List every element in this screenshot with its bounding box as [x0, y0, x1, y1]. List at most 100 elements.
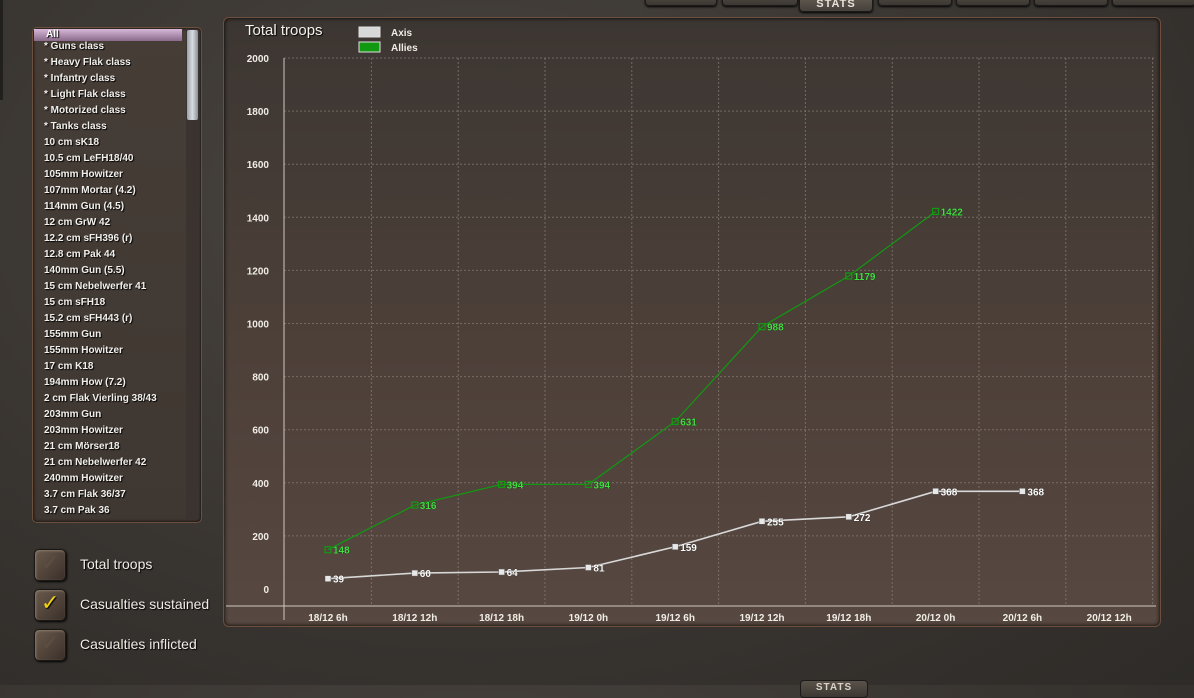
- top-tab-label: STATS: [816, 0, 856, 10]
- list-item[interactable]: 15 cm sFH18: [33, 297, 183, 313]
- data-label: 159: [680, 543, 697, 554]
- x-tick-label: 20/12 0h: [916, 613, 955, 624]
- data-label: 394: [507, 480, 524, 491]
- checkmark-icon: ✓: [41, 591, 60, 616]
- data-label: 1179: [854, 272, 876, 283]
- top-tab-3[interactable]: [878, 0, 952, 6]
- legend-label: Allies: [391, 43, 418, 54]
- data-label: 631: [680, 417, 697, 428]
- x-tick-label: 18/12 18h: [479, 613, 524, 624]
- y-tick-label: 1000: [247, 320, 270, 331]
- list-scroll-thumb[interactable]: [187, 30, 198, 120]
- list-item[interactable]: 3.7 cm Pak 36: [33, 505, 183, 521]
- list-item[interactable]: 114mm Gun (4.5): [33, 201, 183, 217]
- x-tick-label: 19/12 6h: [655, 613, 694, 624]
- list-item[interactable]: 3.7 cm Flak 36/37: [33, 489, 183, 505]
- list-item[interactable]: 203mm Gun: [33, 409, 183, 425]
- bottom-tab-label: STATS: [815, 682, 853, 693]
- list-item[interactable]: 15.2 cm sFH443 (r): [33, 313, 183, 329]
- list-item[interactable]: 12 cm GrW 42: [33, 217, 183, 233]
- bottom-tab-stats[interactable]: STATS: [800, 680, 868, 698]
- list-item[interactable]: 21 cm Mörser18: [33, 441, 183, 457]
- y-tick-label: 2000: [247, 54, 270, 65]
- x-tick-label: 20/12 6h: [1003, 613, 1042, 624]
- list-item[interactable]: 21 cm Nebelwerfer 42: [33, 457, 183, 473]
- data-point: [758, 518, 766, 525]
- checkbox[interactable]: ✓: [34, 589, 66, 621]
- list-item[interactable]: 12.8 cm Pak 44: [33, 249, 183, 265]
- data-point: [671, 543, 679, 551]
- top-tab-1[interactable]: [722, 0, 798, 6]
- data-label: 988: [767, 323, 784, 334]
- y-tick-label: 0: [263, 585, 269, 596]
- list-item[interactable]: 2 cm Flak Vierling 38/43: [33, 393, 183, 409]
- list-item[interactable]: 140mm Gun (5.5): [33, 265, 183, 281]
- data-label: 255: [767, 517, 784, 528]
- data-label: 148: [333, 546, 350, 557]
- top-tab-6[interactable]: [1112, 0, 1194, 6]
- list-item[interactable]: * Guns class: [33, 41, 183, 57]
- unit-class-list[interactable]: All * Guns class * Heavy Flak class * Infan…: [32, 27, 202, 523]
- list-scrollbar[interactable]: [186, 29, 199, 519]
- list-item[interactable]: 12.2 cm sFH396 (r): [33, 233, 183, 249]
- x-tick-label: 20/12 12h: [1087, 613, 1132, 624]
- toggle-label: Casualties sustained: [80, 596, 210, 612]
- list-item[interactable]: * Motorized class: [33, 105, 183, 121]
- top-tab-2[interactable]: STATS: [799, 0, 873, 12]
- data-label: 394: [593, 480, 610, 491]
- data-label: 272: [854, 513, 871, 524]
- data-label: 368: [941, 487, 958, 498]
- list-item[interactable]: 240mm Howitzer: [33, 473, 183, 489]
- list-item[interactable]: 10.5 cm LeFH18/40: [33, 153, 183, 169]
- left-edge-strip: [0, 0, 3, 100]
- x-tick-label: 18/12 6h: [308, 613, 347, 624]
- y-tick-label: 400: [252, 479, 269, 490]
- y-tick-label: 1200: [247, 266, 270, 277]
- checkbox[interactable]: ✓: [34, 629, 66, 661]
- list-item[interactable]: 105mm Howitzer: [33, 169, 183, 185]
- y-tick-label: 1600: [247, 160, 270, 171]
- list-item[interactable]: 203mm Howitzer: [33, 425, 183, 441]
- list-item[interactable]: 155mm Howitzer: [33, 345, 183, 361]
- list-item[interactable]: 107mm Mortar (4.2): [33, 185, 183, 201]
- list-item[interactable]: * Heavy Flak class: [33, 57, 183, 73]
- list-item[interactable]: * Tanks class: [33, 121, 183, 137]
- checkbox[interactable]: ✓: [34, 549, 66, 581]
- data-label: 39: [333, 575, 345, 586]
- x-tick-label: 19/12 18h: [826, 613, 871, 624]
- data-point: [324, 575, 332, 582]
- y-tick-label: 600: [252, 426, 269, 437]
- data-label: 368: [1027, 487, 1044, 498]
- y-tick-label: 1400: [247, 213, 270, 224]
- list-item[interactable]: 15 cm Nebelwerfer 41: [33, 281, 183, 297]
- chart-panel: 0 200 400 600 800 1000 1200 1400 1600 1800 2000 18/…: [223, 17, 1161, 627]
- legend-label: Axis: [391, 28, 413, 39]
- top-tab-4[interactable]: [956, 0, 1030, 6]
- line-chart: 0 200 400 600 800 1000 1200 1400 1600 1800 2000 18/…: [226, 26, 1156, 624]
- list-item[interactable]: * Light Flak class: [33, 89, 183, 105]
- toggle-label: Total troops: [80, 556, 153, 572]
- data-label: 1422: [941, 207, 964, 218]
- top-tab-5[interactable]: [1034, 0, 1108, 6]
- data-point: [845, 513, 853, 521]
- y-tick-label: 200: [252, 532, 269, 543]
- checkmark-icon: ✓: [41, 631, 60, 656]
- list-item[interactable]: 155mm Gun: [33, 329, 183, 345]
- legend-swatch: [358, 41, 381, 53]
- list-item[interactable]: * Infantry class: [33, 73, 183, 89]
- list-item[interactable]: 10 cm sK18: [33, 137, 183, 153]
- top-tab-0[interactable]: [645, 0, 717, 6]
- data-point: [932, 488, 939, 495]
- list-item[interactable]: 194mm How (7.2): [33, 377, 183, 393]
- data-label: 81: [593, 563, 605, 574]
- list-item[interactable]: 17 cm K18: [33, 361, 183, 377]
- data-label: 316: [420, 501, 437, 512]
- data-label: 64: [507, 568, 519, 579]
- data-point: [498, 568, 505, 576]
- list-item[interactable]: All: [34, 29, 182, 41]
- data-point: [585, 564, 592, 571]
- checkmark-icon: ✓: [41, 551, 60, 576]
- toggle-label: Casualties inflicted: [80, 636, 197, 652]
- x-tick-label: 19/12 12h: [739, 613, 784, 624]
- y-tick-label: 800: [252, 373, 269, 384]
